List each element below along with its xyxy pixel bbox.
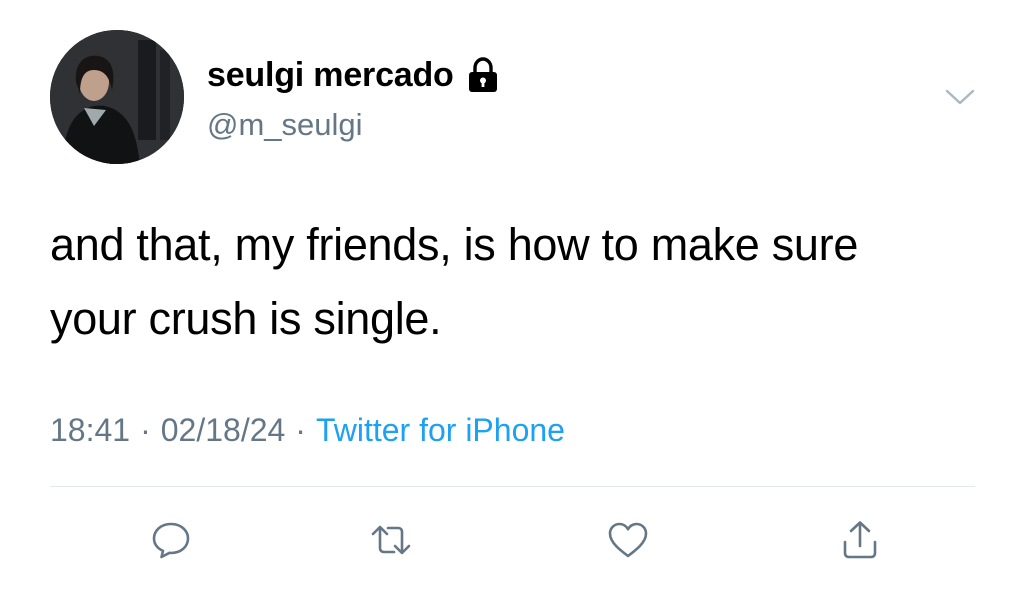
like-button[interactable] (600, 512, 656, 568)
share-button[interactable] (832, 512, 888, 568)
meta-separator: · (140, 412, 151, 448)
avatar[interactable] (50, 30, 184, 164)
share-upload-icon (838, 518, 882, 562)
tweet-time: 18:41 (50, 412, 131, 448)
display-name[interactable]: seulgi mercado (207, 56, 454, 95)
meta-separator: · (295, 412, 306, 448)
user-handle[interactable]: @m_seulgi (207, 107, 363, 143)
retweet-arrows-icon (368, 518, 414, 562)
speech-bubble-icon (149, 518, 193, 562)
tweet-source-link[interactable]: Twitter for iPhone (316, 412, 565, 448)
tweet-date: 02/18/24 (160, 412, 286, 448)
tweet-meta: 18:41 · 02/18/24 · Twitter for iPhone (50, 412, 565, 449)
tweet-card: seulgi mercado @m_seulgi and that, my fr… (0, 0, 1024, 596)
divider (50, 486, 975, 487)
display-name-row: seulgi mercado (207, 55, 502, 95)
reply-button[interactable] (143, 512, 199, 568)
retweet-button[interactable] (363, 512, 419, 568)
tweet-text: and that, my friends, is how to make sur… (50, 219, 859, 344)
heart-icon (605, 518, 651, 562)
chevron-down-icon[interactable] (944, 86, 976, 108)
action-bar (0, 512, 1024, 568)
lock-icon (464, 56, 502, 94)
